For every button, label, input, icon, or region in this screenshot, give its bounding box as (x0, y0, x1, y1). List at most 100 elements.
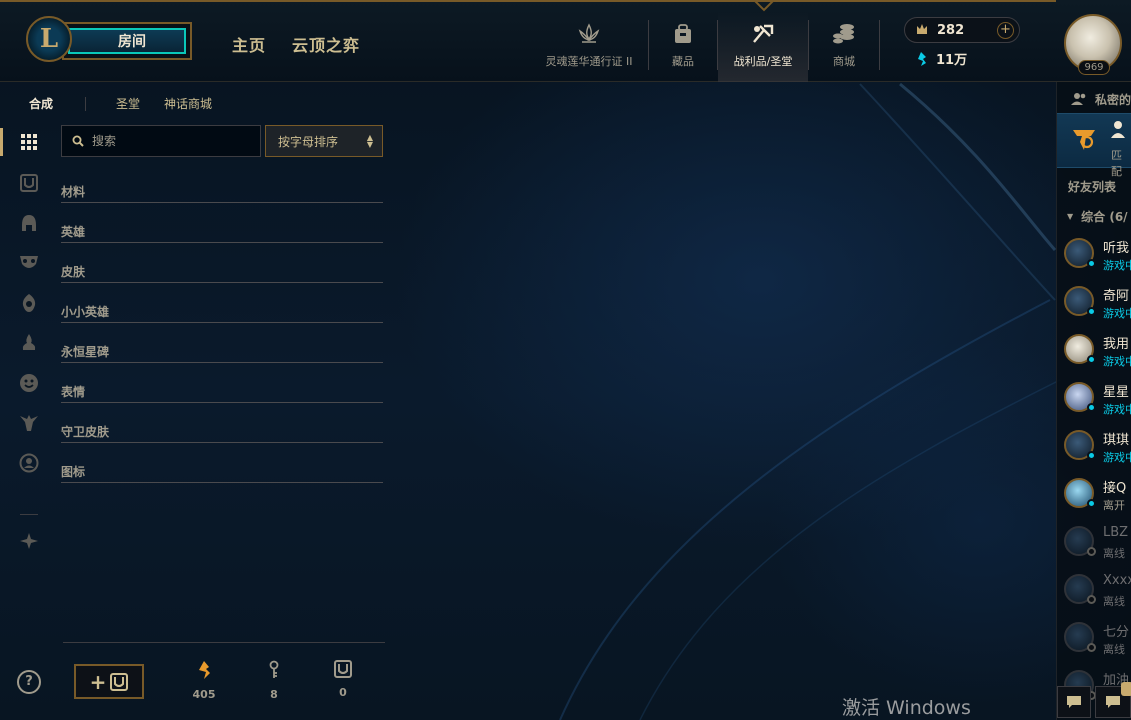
category-row[interactable]: 皮肤 (61, 252, 383, 292)
category-row[interactable]: 英雄 (61, 212, 383, 252)
status-dot (1087, 259, 1096, 268)
category-label: 小小英雄 (61, 305, 110, 319)
category-row[interactable]: 守卫皮肤 (61, 412, 383, 452)
chat-button[interactable] (1057, 686, 1091, 718)
tab-separator (85, 96, 87, 111)
tab-craft[interactable]: 合成 (29, 95, 53, 112)
play-button[interactable]: 房间 (62, 22, 192, 60)
category-row[interactable]: 小小英雄 (61, 292, 383, 332)
tft-icon (1073, 130, 1095, 150)
filter-icons[interactable] (14, 447, 44, 479)
rp-balance[interactable]: 282 + (904, 17, 1020, 43)
lotus-icon (576, 21, 602, 47)
search-box[interactable] (61, 125, 261, 157)
friend-item[interactable]: 接Q 离开 (1057, 472, 1131, 520)
nav-store-label: 商城 (833, 55, 855, 68)
filter-emotes[interactable] (14, 367, 44, 399)
search-input[interactable] (92, 134, 252, 148)
filter-champions[interactable] (14, 207, 44, 239)
status-dot (1087, 643, 1096, 652)
filter-all[interactable] (0, 126, 44, 158)
party-status: 匹配 (1111, 149, 1122, 178)
friend-item[interactable]: LBZ 离线 (1057, 520, 1131, 568)
social-status[interactable]: 私密的 (1057, 87, 1131, 111)
category-row[interactable]: 永恒星碑 (61, 332, 383, 372)
status-dot (1087, 595, 1096, 604)
party-card[interactable]: 匹配 (1057, 113, 1131, 178)
ward-icon (20, 415, 38, 431)
helmet-icon (22, 215, 36, 231)
sort-label: 按字母排序 (278, 134, 339, 149)
category-row[interactable]: 材料 (61, 172, 383, 212)
friends-list-title: 好友列表 (1068, 180, 1117, 194)
key-value: 8 (270, 688, 278, 701)
friend-item[interactable]: 星星 游戏中 (1057, 376, 1131, 424)
be-balance: 11万 (914, 49, 967, 68)
rp-value: 282 (937, 22, 965, 38)
add-chest-button[interactable]: + (74, 664, 144, 699)
backpack-icon (671, 21, 695, 47)
filter-little-legends[interactable] (14, 287, 44, 319)
notification-badge (1121, 682, 1131, 696)
nav-loot[interactable]: 战利品/圣堂 (718, 12, 808, 82)
friend-status: 离线 (1103, 595, 1125, 608)
chest-icon (20, 174, 38, 192)
nav-store[interactable]: 商城 (809, 12, 879, 82)
tab-sanctum[interactable]: 圣堂 (116, 95, 140, 112)
help-button[interactable]: ? (17, 670, 41, 694)
tab-mythic-shop[interactable]: 神话商城 (164, 95, 212, 112)
chat-icon (1067, 696, 1081, 708)
logo-letter: L (39, 24, 59, 54)
friend-item[interactable]: 琪琪 游戏中 (1057, 424, 1131, 472)
nav-pass[interactable]: 灵魂莲华通行证 II (530, 12, 648, 82)
little-legend-icon (22, 294, 36, 312)
friend-name: 听我 (1103, 241, 1130, 256)
friend-group-label: 综合 (6/ (1081, 210, 1128, 224)
main-nav: 主页 云顶之弈 (232, 32, 360, 56)
friend-item[interactable]: Xxxx 离线 (1057, 568, 1131, 616)
nav-icon-group: 灵魂莲华通行证 II 藏品 战利品/圣堂 商城 (530, 12, 880, 82)
category-label: 图标 (61, 465, 86, 479)
friend-item[interactable]: 听我 游戏中 (1057, 232, 1131, 280)
nav-tft[interactable]: 云顶之弈 (292, 32, 360, 56)
filter-eternals[interactable] (14, 327, 44, 359)
filter-chests[interactable] (14, 167, 44, 199)
category-label: 表情 (61, 385, 86, 399)
friend-group-general[interactable]: ▼ 综合 (6/ (1067, 208, 1128, 225)
active-indicator (0, 128, 3, 156)
category-row[interactable]: 图标 (61, 452, 383, 492)
friend-status: 离开 (1103, 499, 1125, 512)
friend-item[interactable]: 七分 离线 (1057, 616, 1131, 664)
friend-item[interactable]: 我用 游戏中 (1057, 328, 1131, 376)
chest-count: 0 (323, 660, 363, 699)
party-user-icon (1111, 121, 1125, 138)
nav-home[interactable]: 主页 (232, 32, 266, 56)
friend-status: 游戏中 (1103, 403, 1131, 416)
filter-ward-skins[interactable] (14, 407, 44, 439)
category-row[interactable]: 表情 (61, 372, 383, 412)
bottom-divider (63, 642, 385, 643)
add-rp-button[interactable]: + (997, 22, 1014, 39)
sort-dropdown[interactable]: 按字母排序 ▲ ▼ (265, 125, 383, 157)
search-icon (72, 135, 84, 147)
top-border (0, 0, 1056, 2)
friend-item[interactable]: 奇阿 游戏中 (1057, 280, 1131, 328)
nav-collection[interactable]: 藏品 (649, 12, 717, 82)
friend-status: 离线 (1103, 547, 1125, 560)
friend-name: Xxxx (1103, 573, 1131, 588)
nav-loot-label: 战利品/圣堂 (733, 55, 793, 68)
social-status-label: 私密的 (1095, 92, 1131, 107)
league-logo-icon[interactable]: L (26, 16, 72, 62)
friend-name: LBZ (1103, 525, 1129, 540)
friend-status: 离线 (1103, 643, 1125, 656)
category-label: 材料 (61, 185, 86, 199)
filter-other[interactable] (14, 525, 44, 557)
profile-avatar[interactable]: 969 (1064, 14, 1126, 76)
people-icon (1071, 93, 1086, 105)
filter-skins[interactable] (14, 247, 44, 279)
profile-icon (19, 453, 39, 473)
key-count: 8 (254, 660, 294, 701)
loot-icon (750, 21, 776, 47)
friend-name: 接Q (1103, 481, 1127, 496)
category-list: 材料 英雄 皮肤 小小英雄 永恒星碑 表情 守卫皮肤 图标 (61, 172, 383, 492)
